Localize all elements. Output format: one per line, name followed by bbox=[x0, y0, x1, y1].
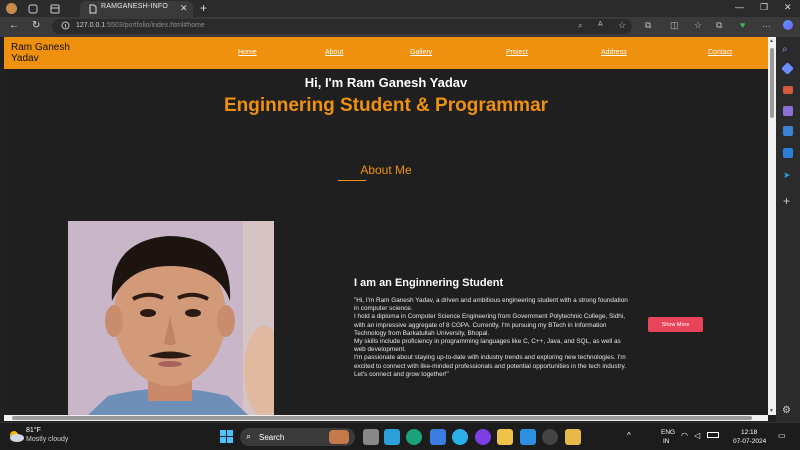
close-window-icon[interactable]: ✕ bbox=[784, 2, 792, 13]
site-logo[interactable]: Ram Ganesh Yadav bbox=[11, 42, 81, 64]
url-text[interactable]: 127.0.0.1:5503/portfolio/index.html#home bbox=[76, 22, 205, 29]
about-heading: About Me bbox=[360, 163, 412, 177]
sidebar-add-icon[interactable]: + bbox=[783, 194, 790, 208]
scroll-up-icon[interactable]: ▲ bbox=[769, 38, 774, 44]
close-tab-icon[interactable]: ✕ bbox=[180, 3, 188, 14]
horizontal-scroll-thumb[interactable] bbox=[12, 416, 752, 420]
site-info-icon[interactable] bbox=[61, 21, 70, 30]
sidebar-office-icon[interactable] bbox=[783, 126, 793, 136]
zoom-icon[interactable]: ⌕ bbox=[578, 21, 582, 31]
minimize-icon[interactable]: — bbox=[735, 2, 744, 12]
nav-project[interactable]: Project bbox=[506, 49, 528, 56]
nav-about[interactable]: About bbox=[325, 49, 343, 56]
media-player-icon[interactable] bbox=[542, 429, 558, 445]
favorites-icon[interactable]: ☆ bbox=[694, 20, 702, 31]
about-description: "Hi, I'm Ram Ganesh Yadav, a driven and … bbox=[354, 297, 634, 379]
refresh-icon[interactable]: ↻ bbox=[32, 20, 40, 31]
nav-home[interactable]: Home bbox=[238, 49, 257, 56]
sidebar-telegram-icon[interactable]: ➤ bbox=[783, 170, 791, 181]
favorite-star-icon[interactable]: ☆ bbox=[618, 20, 626, 31]
about-paragraph: I hold a diploma in Computer Science Eng… bbox=[354, 313, 626, 337]
site-navbar: Ram Ganesh Yadav Home About Gallery Proj… bbox=[4, 37, 768, 69]
language-region[interactable]: IN bbox=[663, 438, 670, 445]
edge-browser-icon[interactable] bbox=[406, 429, 422, 445]
scroll-down-icon[interactable]: ▼ bbox=[769, 408, 774, 414]
vertical-scroll-thumb[interactable] bbox=[770, 48, 774, 118]
more-options-icon[interactable]: … bbox=[762, 19, 771, 29]
copilot-icon[interactable] bbox=[783, 20, 793, 30]
sidebar-search-icon[interactable]: ⌕ bbox=[782, 44, 788, 55]
nav-gallery[interactable]: Gallery bbox=[410, 49, 432, 56]
search-icon: ⌕ bbox=[246, 431, 252, 441]
profile-avatar[interactable] bbox=[6, 3, 17, 14]
sidebar-outlook-icon[interactable] bbox=[783, 148, 793, 158]
tab-actions-icon[interactable] bbox=[50, 4, 60, 14]
new-tab-icon[interactable]: + bbox=[200, 1, 207, 15]
browser-essentials-icon[interactable]: ♥ bbox=[740, 20, 745, 30]
task-view-icon[interactable] bbox=[363, 429, 379, 445]
windows-taskbar bbox=[0, 422, 800, 450]
nav-address[interactable]: Address bbox=[601, 49, 627, 56]
notes-app-icon[interactable] bbox=[565, 429, 581, 445]
notification-icon[interactable]: ▭ bbox=[778, 431, 786, 440]
sidebar-games-icon[interactable] bbox=[783, 106, 793, 116]
profile-photo bbox=[68, 221, 274, 415]
wifi-icon[interactable]: ◠ bbox=[681, 431, 688, 440]
extensions-icon[interactable]: ⧉ bbox=[645, 20, 651, 31]
maximize-icon[interactable]: ❐ bbox=[760, 2, 768, 13]
weather-temperature[interactable]: 81°F bbox=[26, 427, 41, 434]
weather-cloud-icon[interactable] bbox=[8, 430, 24, 442]
widgets-icon[interactable] bbox=[384, 429, 400, 445]
github-icon[interactable] bbox=[475, 429, 491, 445]
search-highlight-icon[interactable] bbox=[329, 430, 349, 444]
search-label: Search bbox=[259, 433, 285, 442]
edge-sidebar bbox=[776, 37, 800, 422]
tab-title: RAMGANESH-INFO bbox=[101, 3, 168, 10]
about-underline bbox=[338, 180, 366, 181]
hero-greeting: Hi, I'm Ram Ganesh Yadav bbox=[304, 75, 468, 90]
weather-condition[interactable]: Mostly cloudy bbox=[26, 436, 68, 443]
volume-icon[interactable]: ◁ bbox=[694, 431, 700, 440]
clock-date[interactable]: 07-07-2024 bbox=[733, 438, 766, 445]
vscode-icon[interactable] bbox=[520, 429, 536, 445]
about-paragraph: I'm passionate about staying up-to-date … bbox=[354, 354, 626, 378]
start-windows-icon[interactable] bbox=[220, 430, 233, 443]
show-hidden-icons[interactable]: ^ bbox=[627, 431, 631, 440]
show-more-button[interactable]: Show More bbox=[648, 317, 703, 332]
language-indicator[interactable]: ENG bbox=[661, 429, 675, 436]
mail-icon[interactable] bbox=[430, 429, 446, 445]
sidebar-settings-icon[interactable]: ⚙ bbox=[782, 405, 791, 416]
chrome-icon[interactable] bbox=[452, 429, 468, 445]
workspaces-icon[interactable] bbox=[28, 4, 38, 14]
about-subheading: I am an Enginnering Student bbox=[354, 277, 504, 289]
about-paragraph: "Hi, I'm Ram Ganesh Yadav, a driven and … bbox=[354, 297, 628, 313]
nav-contact[interactable]: Contact bbox=[708, 49, 732, 56]
collections-icon[interactable]: ⧉ bbox=[716, 20, 722, 31]
hero-title: Enginnering Student & Programmar bbox=[223, 95, 549, 116]
page-viewport: Ram Ganesh Yadav Home About Gallery Proj… bbox=[4, 37, 768, 415]
back-icon[interactable]: ← bbox=[9, 20, 19, 31]
page-icon bbox=[89, 4, 97, 14]
clock-time[interactable]: 12:18 bbox=[741, 429, 757, 436]
battery-icon[interactable] bbox=[707, 432, 719, 438]
sidebar-tools-icon[interactable] bbox=[783, 86, 793, 94]
split-screen-icon[interactable]: ◫ bbox=[670, 20, 679, 31]
file-explorer-icon[interactable] bbox=[497, 429, 513, 445]
about-paragraph: My skills include proficiency in program… bbox=[354, 338, 621, 354]
read-aloud-icon[interactable]: A bbox=[598, 21, 603, 28]
